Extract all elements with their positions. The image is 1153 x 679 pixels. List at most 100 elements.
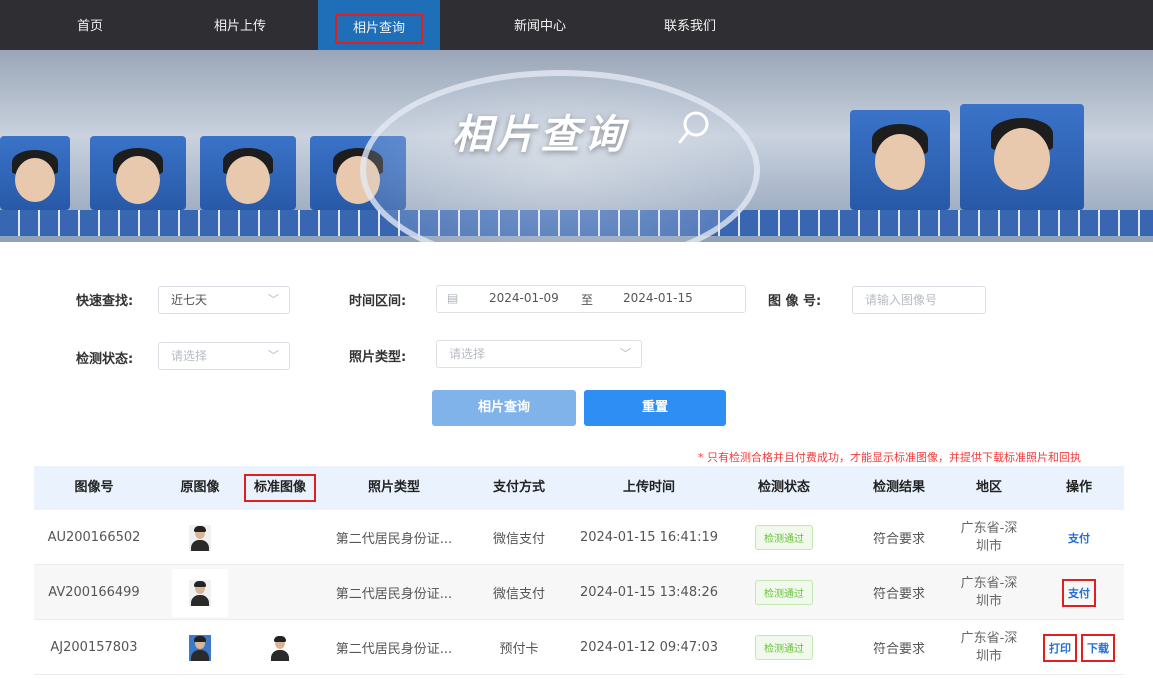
photo-type-label: 照片类型: <box>349 350 407 365</box>
cell-image-no: AU200166502 <box>47 530 141 545</box>
th-result: 检测结果 <box>872 480 925 495</box>
image-no-label: 图 像 号: <box>768 294 822 309</box>
table-header: 图像号 原图像 标准图像 照片类型 支付方式 上传时间 检测状态 检测结果 地区… <box>34 466 1124 510</box>
banner-id-photo <box>0 136 70 210</box>
nav-label-upload: 相片上传 <box>213 19 266 34</box>
image-no-input[interactable]: 请输入图像号 <box>852 286 986 314</box>
cell-upload-time: 2024-01-12 09:47:03 <box>579 640 719 655</box>
nav-item-query[interactable]: 相片查询 <box>318 0 440 50</box>
cell-original <box>160 620 240 675</box>
status-badge: 检测通过 <box>755 580 813 605</box>
status-placeholder: 请选择 <box>171 349 208 363</box>
download-link[interactable]: 下载 <box>1081 633 1115 662</box>
region-city: 圳市 <box>975 593 1002 609</box>
date-range-picker[interactable]: ▤ 2024-01-09 至 2024-01-15 <box>436 285 746 313</box>
cell-region: 广东省-深圳市 <box>954 620 1024 675</box>
original-photo-thumbnail[interactable] <box>189 579 211 606</box>
cell-payment: 预付卡 <box>499 642 539 657</box>
nav-label-home: 首页 <box>76 19 103 34</box>
time-range-label: 时间区间: <box>349 294 407 309</box>
th-standard: 标准图像 <box>240 466 320 510</box>
photo-type-placeholder: 请选择 <box>449 347 486 361</box>
status-select[interactable]: 请选择 ﹀ <box>158 342 290 370</box>
cell-upload-time: 2024-01-15 16:41:19 <box>579 530 719 545</box>
top-nav: 首页 相片上传 相片查询 新闻中心 联系我们 <box>0 0 1153 50</box>
cell-actions: 支付 <box>1034 510 1124 565</box>
banner-id-photo <box>200 136 296 210</box>
banner-id-photo <box>90 136 186 210</box>
banner-id-photo <box>850 110 950 210</box>
pay-link[interactable]: 支付 <box>1062 578 1096 607</box>
original-photo-thumbnail[interactable] <box>189 634 211 661</box>
cell-status: 检测通过 <box>724 565 844 620</box>
nav-label-news: 新闻中心 <box>513 19 566 34</box>
th-upload-time: 上传时间 <box>622 480 675 495</box>
cell-payment: 微信支付 <box>492 587 545 602</box>
th-region: 地区 <box>975 480 1002 495</box>
th-original: 原图像 <box>180 480 220 495</box>
cell-photo-type: 第二代居民身份证... <box>335 642 453 657</box>
cell-upload-time: 2024-01-15 13:48:26 <box>579 585 719 600</box>
magnifier-icon <box>678 111 709 144</box>
status-badge: 检测通过 <box>755 635 813 660</box>
payment-notice: * 只有检测合格并且付费成功，才能显示标准图像，并提供下载标准照片和回执 <box>698 451 1081 464</box>
nav-item-news[interactable]: 新闻中心 <box>490 0 590 50</box>
cell-image-no: AV200166499 <box>48 585 140 600</box>
nav-item-home[interactable]: 首页 <box>40 0 140 50</box>
photo-type-select[interactable]: 请选择 ﹀ <box>436 340 642 368</box>
original-photo-frame <box>172 568 228 617</box>
table-row: AJ200157803 第二代居民身份证... 预付卡 2024-01-12 0… <box>34 620 1124 675</box>
th-payment: 支付方式 <box>492 480 545 495</box>
chevron-down-icon: ﹀ <box>268 293 279 306</box>
th-image-no: 图像号 <box>74 480 114 495</box>
cell-result: 符合要求 <box>872 587 925 602</box>
cell-standard <box>240 510 320 565</box>
standard-photo-thumbnail[interactable] <box>269 634 291 661</box>
quick-find-select[interactable]: 近七天 ﹀ <box>158 286 290 314</box>
th-photo-type: 照片类型 <box>367 480 420 495</box>
th-status: 检测状态 <box>757 480 810 495</box>
region-province: 广东省-深 <box>960 630 1018 646</box>
pay-link[interactable]: 支付 <box>1068 530 1090 546</box>
cell-photo-type: 第二代居民身份证... <box>335 532 453 547</box>
chevron-down-icon: ﹀ <box>620 347 631 360</box>
nav-label-contact: 联系我们 <box>663 19 716 34</box>
calendar-icon: ▤ <box>447 291 459 305</box>
status-label: 检测状态: <box>76 352 134 367</box>
cell-photo-type: 第二代居民身份证... <box>335 587 453 602</box>
banner-title: 相片查询 <box>452 112 628 158</box>
nav-item-contact[interactable]: 联系我们 <box>640 0 740 50</box>
cell-region: 广东省-深 圳市 <box>954 510 1024 565</box>
quick-find-value: 近七天 <box>171 293 208 307</box>
banner-id-photo <box>960 104 1084 210</box>
region-province: 广东省-深 <box>960 520 1018 536</box>
date-start[interactable]: 2024-01-09 <box>489 291 559 305</box>
th-actions: 操作 <box>1065 480 1092 495</box>
date-end[interactable]: 2024-01-15 <box>623 291 693 305</box>
quick-find-label: 快速查找: <box>76 294 134 309</box>
reset-button[interactable]: 重置 <box>584 390 726 426</box>
search-button[interactable]: 相片查询 <box>432 390 576 426</box>
region-province: 广东省-深 <box>960 575 1018 591</box>
cell-status: 检测通过 <box>724 620 844 675</box>
table-row: AV200166499 第二代居民身份证... 微信支付 2024-01-15 … <box>34 565 1124 620</box>
cell-actions: 打印 下载 <box>1034 620 1124 675</box>
nav-label-query: 相片查询 <box>334 14 423 44</box>
table-row: AU200166502 第二代居民身份证... 微信支付 2024-01-15 … <box>34 510 1124 565</box>
cell-region: 广东省-深圳市 <box>954 565 1024 620</box>
cell-image-no: AJ200157803 <box>50 640 138 655</box>
cell-original <box>160 565 240 620</box>
print-link[interactable]: 打印 <box>1043 633 1077 662</box>
banner: 相片查询 <box>0 50 1153 242</box>
cell-original <box>160 510 240 565</box>
filter-panel: 快速查找: 近七天 ﹀ 时间区间: ▤ 2024-01-09 至 2024-01… <box>0 242 1153 442</box>
region-city: 圳市 <box>975 648 1002 664</box>
date-separator: 至 <box>581 293 594 307</box>
cell-result: 符合要求 <box>872 642 925 657</box>
original-photo-thumbnail[interactable] <box>189 524 211 551</box>
th-standard-label: 标准图像 <box>243 474 316 502</box>
status-badge: 检测通过 <box>755 525 813 550</box>
cell-standard <box>240 565 320 620</box>
cell-actions: 支付 <box>1034 565 1124 620</box>
nav-item-upload[interactable]: 相片上传 <box>190 0 290 50</box>
